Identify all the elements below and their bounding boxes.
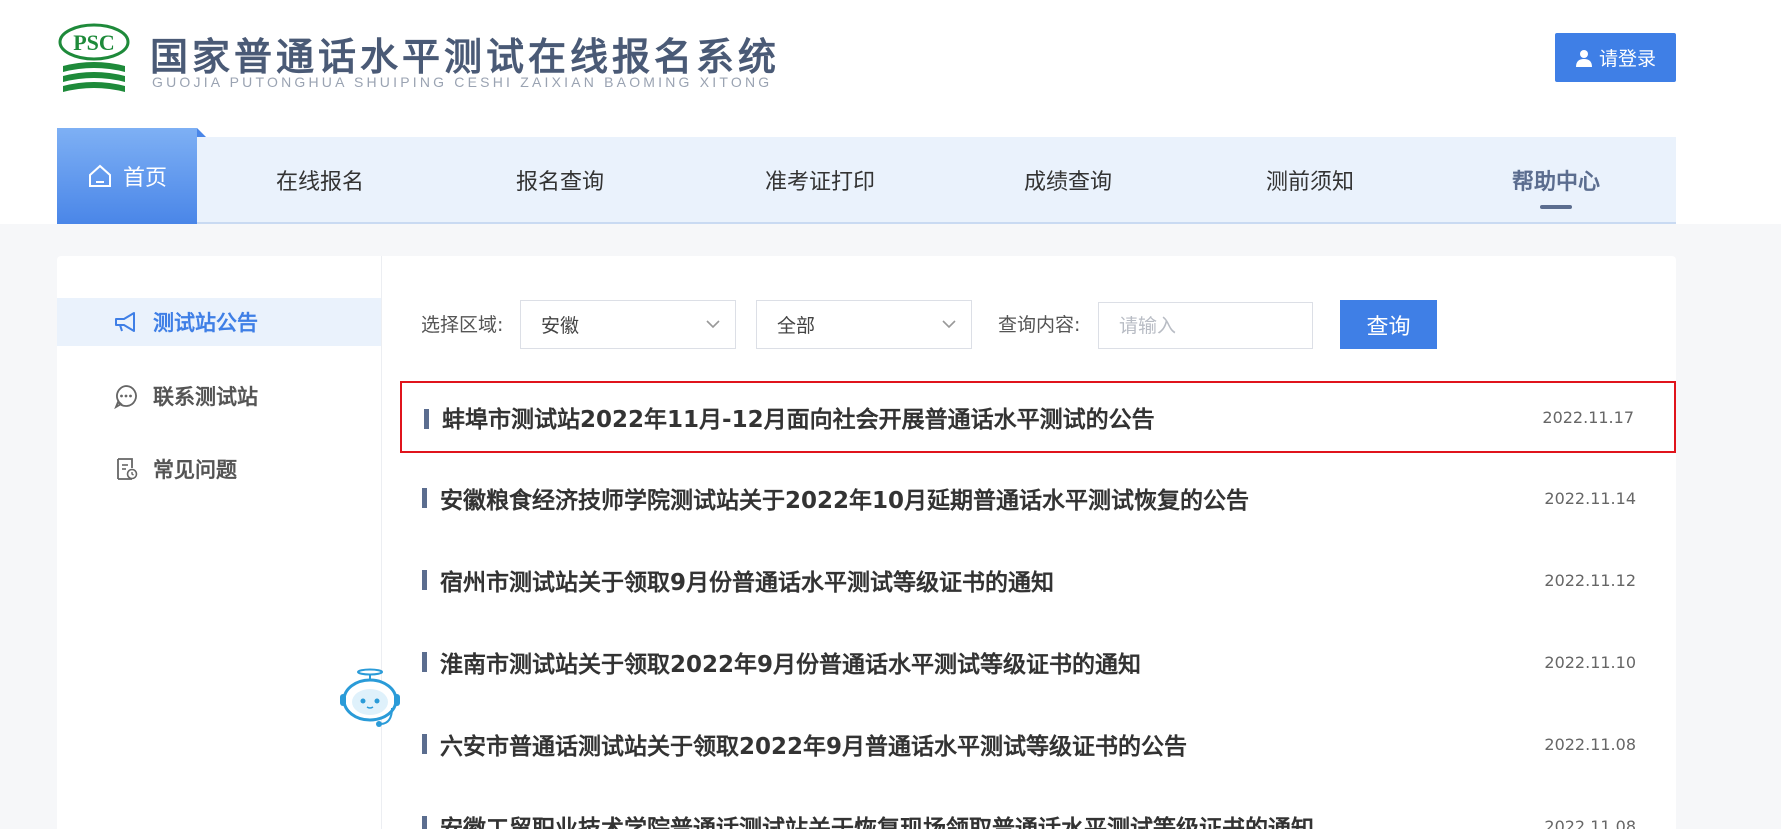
nav-home-label: 首页: [122, 166, 167, 191]
announcement-row[interactable]: 淮南市测试站关于领取2022年9月份普通话水平测试等级证书的通知 2022.11…: [400, 626, 1676, 698]
sidebar-item-contact[interactable]: 联系测试站: [57, 372, 381, 420]
announcement-date: 2022.11.17: [1542, 407, 1634, 427]
announcement-title: 安徽粮食经济技师学院测试站关于2022年10月延期普通话水平测试恢复的公告: [440, 488, 1250, 514]
nav-item-pre-test-notes[interactable]: 测前须知: [1240, 137, 1380, 222]
sidebar-item-announcements[interactable]: 测试站公告: [57, 298, 381, 346]
nav-item-admission-ticket[interactable]: 准考证打印: [740, 137, 900, 222]
announcement-title: 安徽工贸职业技术学院普通话测试站关于恢复现场领取普通话水平测试等级证书的通知: [440, 816, 1314, 829]
announcement-row[interactable]: 安徽粮食经济技师学院测试站关于2022年10月延期普通话水平测试恢复的公告 20…: [400, 462, 1676, 534]
site-title: 国家普通话水平测试在线报名系统: [150, 34, 781, 79]
region-value: 安徽: [541, 315, 580, 337]
assistant-robot-icon[interactable]: [334, 668, 406, 730]
region-label: 选择区域:: [421, 314, 504, 336]
announcement-title: 宿州市测试站关于领取9月份普通话水平测试等级证书的通知: [440, 570, 1055, 596]
site-subtitle: GUOJIA PUTONGHUA SHUIPING CESHI ZAIXIAN …: [152, 74, 773, 90]
nav-item-help-center[interactable]: 帮助中心: [1486, 137, 1626, 222]
chevron-down-icon: [942, 320, 956, 329]
region-select[interactable]: 安徽: [520, 300, 736, 349]
psc-logo: PSC: [58, 23, 130, 92]
scope-value: 全部: [777, 315, 816, 337]
row-marker: [422, 734, 427, 754]
announcement-date: 2022.11.10: [1544, 652, 1636, 672]
sidebar-item-faq[interactable]: 常见问题: [57, 445, 381, 493]
nav-home[interactable]: 首页: [57, 128, 206, 224]
megaphone-icon: [115, 312, 135, 332]
scope-select[interactable]: 全部: [756, 300, 972, 349]
announcement-title: 蚌埠市测试站2022年11月-12月面向社会开展普通话水平测试的公告: [442, 407, 1155, 433]
row-marker: [422, 488, 427, 508]
announcement-row[interactable]: 六安市普通话测试站关于领取2022年9月普通话水平测试等级证书的公告 2022.…: [400, 708, 1676, 780]
announcement-row[interactable]: 蚌埠市测试站2022年11月-12月面向社会开展普通话水平测试的公告 2022.…: [400, 381, 1676, 453]
sidebar-divider: [381, 256, 382, 829]
search-input[interactable]: [1098, 302, 1313, 349]
row-marker: [424, 409, 429, 429]
announcement-title: 六安市普通话测试站关于领取2022年9月普通话水平测试等级证书的公告: [440, 734, 1188, 760]
chat-icon: [114, 385, 137, 409]
nav-item-score-query[interactable]: 成绩查询: [998, 137, 1138, 222]
announcement-date: 2022.11.08: [1544, 816, 1636, 829]
announcement-date: 2022.11.12: [1544, 570, 1636, 590]
query-button[interactable]: 查询: [1340, 300, 1437, 349]
query-label: 查询内容:: [998, 314, 1081, 336]
row-marker: [422, 570, 427, 590]
row-marker: [422, 816, 427, 829]
row-marker: [422, 652, 427, 672]
sidebar-item-label: 常见问题: [153, 458, 237, 482]
announcement-row[interactable]: 宿州市测试站关于领取9月份普通话水平测试等级证书的通知 2022.11.12: [400, 544, 1676, 616]
nav-item-online-registration[interactable]: 在线报名: [250, 137, 390, 222]
faq-doc-icon: [117, 458, 138, 480]
sidebar-item-label: 联系测试站: [153, 385, 258, 409]
nav-active-indicator: [1540, 205, 1572, 209]
announcement-row[interactable]: 安徽工贸职业技术学院普通话测试站关于恢复现场领取普通话水平测试等级证书的通知 2…: [400, 790, 1676, 829]
nav-item-registration-query[interactable]: 报名查询: [490, 137, 630, 222]
user-icon: [1575, 49, 1592, 67]
chevron-down-icon: [706, 320, 720, 329]
home-icon: [88, 164, 111, 187]
login-label: 请登录: [1598, 48, 1656, 70]
logo-text: PSC: [73, 30, 115, 55]
sidebar-item-label: 测试站公告: [153, 311, 258, 335]
announcement-title: 淮南市测试站关于领取2022年9月份普通话水平测试等级证书的通知: [440, 652, 1142, 678]
login-button[interactable]: 请登录: [1555, 33, 1676, 82]
announcement-date: 2022.11.14: [1544, 488, 1636, 508]
announcement-date: 2022.11.08: [1544, 734, 1636, 754]
